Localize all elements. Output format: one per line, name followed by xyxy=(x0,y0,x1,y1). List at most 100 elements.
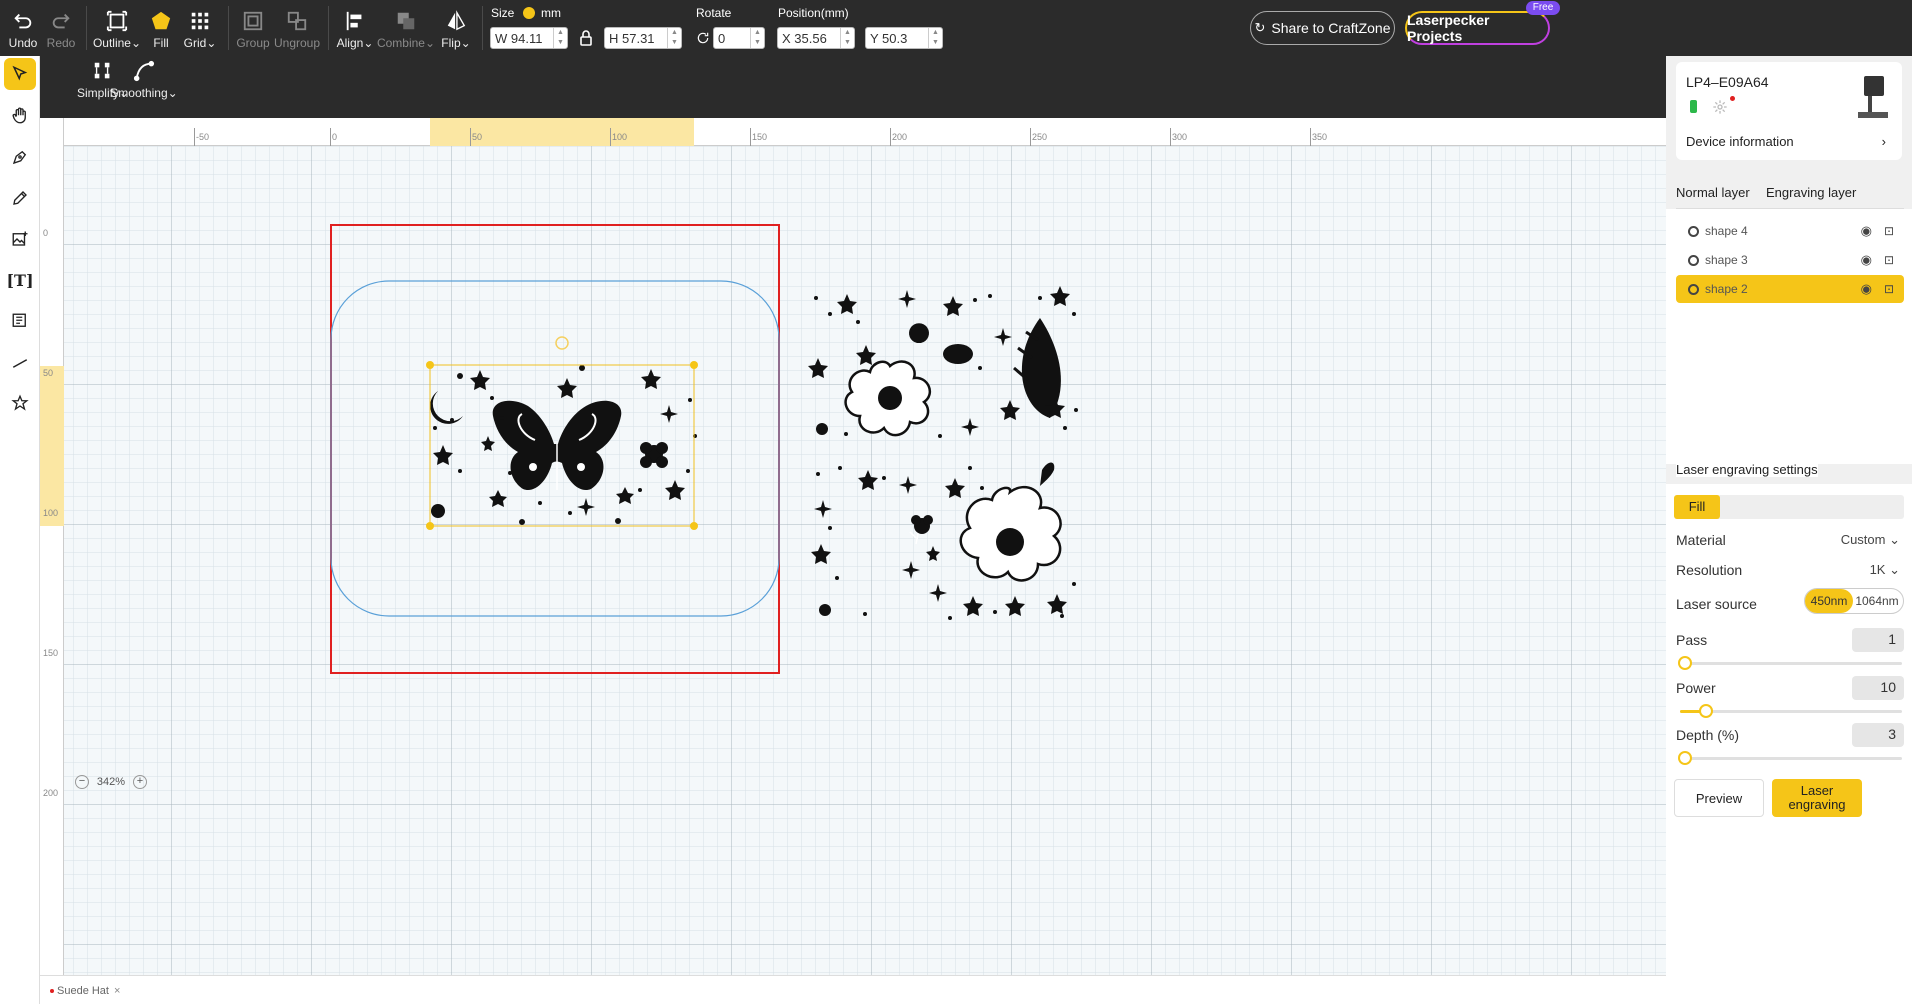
hand-tool[interactable] xyxy=(4,100,36,132)
pos-y-input[interactable]: Y 50.3 ▲ ▼ xyxy=(865,27,943,49)
laser-source-toggle: 450nm 1064nm xyxy=(1804,588,1904,614)
file-tab-bar: Suede Hat × xyxy=(40,975,1666,1004)
zoom-out-button[interactable]: − xyxy=(75,775,89,789)
layer-item-shape-2[interactable]: shape 2 ◉ ⊡ xyxy=(1676,275,1904,303)
pos-y-stepper[interactable]: ▲ ▼ xyxy=(928,28,942,48)
combine-button[interactable]: Combine⌄ xyxy=(377,6,435,50)
outline-icon xyxy=(106,10,128,32)
material-select[interactable]: Custom ⌄ xyxy=(1841,532,1900,548)
power-label: Power xyxy=(1676,680,1716,696)
unlock-icon[interactable]: ⊡ xyxy=(1884,282,1894,296)
align-label: Align⌄ xyxy=(336,36,374,50)
layer-label: shape 4 xyxy=(1705,224,1748,238)
fill-mode-tab[interactable]: Fill xyxy=(1674,495,1720,519)
pen-tool[interactable] xyxy=(4,141,36,173)
mode-tabs: Fill xyxy=(1674,495,1904,519)
fill-button[interactable]: Fill xyxy=(148,6,174,50)
laser-1064nm-option[interactable]: 1064nm xyxy=(1853,589,1901,613)
layer-item-shape-4[interactable]: shape 4 ◉ ⊡ xyxy=(1676,217,1904,245)
align-button[interactable]: Align⌄ xyxy=(337,6,373,50)
width-stepper[interactable]: ▲ ▼ xyxy=(553,28,567,48)
share-craftzone-button[interactable]: ↻ Share to CraftZone xyxy=(1250,11,1395,45)
select-tool[interactable] xyxy=(4,58,36,90)
ungroup-icon xyxy=(287,11,307,31)
depth-input[interactable]: 3 xyxy=(1852,723,1904,747)
layer-label: shape 2 xyxy=(1705,282,1748,296)
height-input[interactable]: H 57.31 ▲ ▼ xyxy=(604,27,682,49)
power-input[interactable]: 10 xyxy=(1852,676,1904,700)
depth-slider[interactable] xyxy=(1678,751,1902,765)
pass-input[interactable]: 1 xyxy=(1852,628,1904,652)
floral-design-top[interactable] xyxy=(808,286,1078,438)
rotate-input[interactable]: 0 ▲ ▼ xyxy=(713,27,765,49)
sub-toolbar: Simplify⌄ Smoothing⌄ xyxy=(40,56,1666,118)
height-value: H 57.31 xyxy=(609,31,655,46)
material-label: Material xyxy=(1676,532,1726,548)
unlock-icon[interactable]: ⊡ xyxy=(1884,253,1894,267)
pencil-tool[interactable] xyxy=(4,182,36,214)
device-information-link[interactable]: Device information › xyxy=(1686,134,1892,149)
unlock-icon[interactable]: ⊡ xyxy=(1884,224,1894,238)
smoothing-button[interactable]: Smoothing⌄ xyxy=(110,56,178,100)
barcode-tool[interactable] xyxy=(4,305,36,337)
grid-label: Grid⌄ xyxy=(183,36,217,50)
tab-engraving-layer[interactable]: Engraving layer xyxy=(1766,185,1856,200)
height-stepper[interactable]: ▲ ▼ xyxy=(667,28,681,48)
laser-450nm-option[interactable]: 450nm xyxy=(1805,589,1853,613)
tab-normal-layer[interactable]: Normal layer xyxy=(1676,185,1750,200)
width-input[interactable]: W 94.11 ▲ ▼ xyxy=(490,27,568,49)
undo-button[interactable]: Undo xyxy=(8,6,38,50)
pass-slider[interactable] xyxy=(1678,656,1902,670)
zoom-in-button[interactable]: + xyxy=(132,775,147,789)
slider-knob[interactable] xyxy=(1678,656,1692,670)
flip-button[interactable]: Flip⌄ xyxy=(441,6,471,50)
eye-icon[interactable]: ◉ xyxy=(1861,223,1872,239)
flip-label: Flip⌄ xyxy=(441,36,471,50)
settings-gear-icon[interactable] xyxy=(1712,99,1728,115)
lock-ratio-icon[interactable] xyxy=(579,30,593,46)
depth-label: Depth (%) xyxy=(1676,727,1740,743)
rotate-icon xyxy=(697,32,709,44)
undo-icon xyxy=(14,13,32,29)
outline-button[interactable]: Outline⌄ xyxy=(93,6,141,50)
pos-x-stepper[interactable]: ▲ ▼ xyxy=(840,28,854,48)
butterfly-design[interactable] xyxy=(430,365,697,525)
laser-engraving-button[interactable]: Laser engraving xyxy=(1772,779,1862,817)
unit-toggle-icon[interactable] xyxy=(522,7,535,19)
settings-title: Laser engraving settings xyxy=(1676,462,1818,477)
laser-source-label: Laser source xyxy=(1676,596,1757,612)
ungroup-button[interactable]: Ungroup xyxy=(273,6,321,50)
redo-label: Redo xyxy=(46,36,76,50)
group-button[interactable]: Group xyxy=(236,6,270,50)
depth-row: Depth (%) 3 xyxy=(1676,723,1904,747)
divider xyxy=(482,6,483,50)
line-tool[interactable] xyxy=(4,346,36,378)
text-tool[interactable]: [T] xyxy=(4,264,36,296)
combine-icon xyxy=(397,12,415,30)
pos-x-input[interactable]: X 35.56 ▲ ▼ xyxy=(777,27,855,49)
shapes-tool[interactable] xyxy=(4,387,36,419)
slider-knob[interactable] xyxy=(1698,704,1713,718)
grid-button[interactable]: Grid⌄ xyxy=(184,6,216,50)
layer-item-shape-3[interactable]: shape 3 ◉ ⊡ xyxy=(1676,246,1904,274)
ungroup-label: Ungroup xyxy=(273,36,321,50)
rotate-handle[interactable] xyxy=(555,336,569,350)
resolution-select[interactable]: 1K ⌄ xyxy=(1870,562,1900,578)
device-name: LP4–E09A64 xyxy=(1686,74,1769,90)
redo-button[interactable]: Redo xyxy=(46,6,76,50)
power-slider[interactable] xyxy=(1680,704,1902,718)
eye-icon[interactable]: ◉ xyxy=(1861,281,1872,297)
file-tab[interactable]: Suede Hat × xyxy=(50,981,120,1001)
eye-icon[interactable]: ◉ xyxy=(1861,252,1872,268)
laserpecker-projects-button[interactable]: Laserpecker Projects xyxy=(1405,11,1550,45)
close-tab-icon[interactable]: × xyxy=(114,985,120,997)
image-tool[interactable] xyxy=(4,223,36,255)
unit-label: mm xyxy=(541,6,562,20)
floral-design-bottom[interactable] xyxy=(811,462,1076,621)
preview-button[interactable]: Preview xyxy=(1674,779,1764,817)
pen-nib-icon xyxy=(12,150,27,165)
rotate-stepper[interactable]: ▲ ▼ xyxy=(750,28,764,48)
slider-knob[interactable] xyxy=(1678,751,1692,765)
pos-x-value: X 35.56 xyxy=(782,31,827,46)
pos-y-value: Y 50.3 xyxy=(870,31,908,46)
